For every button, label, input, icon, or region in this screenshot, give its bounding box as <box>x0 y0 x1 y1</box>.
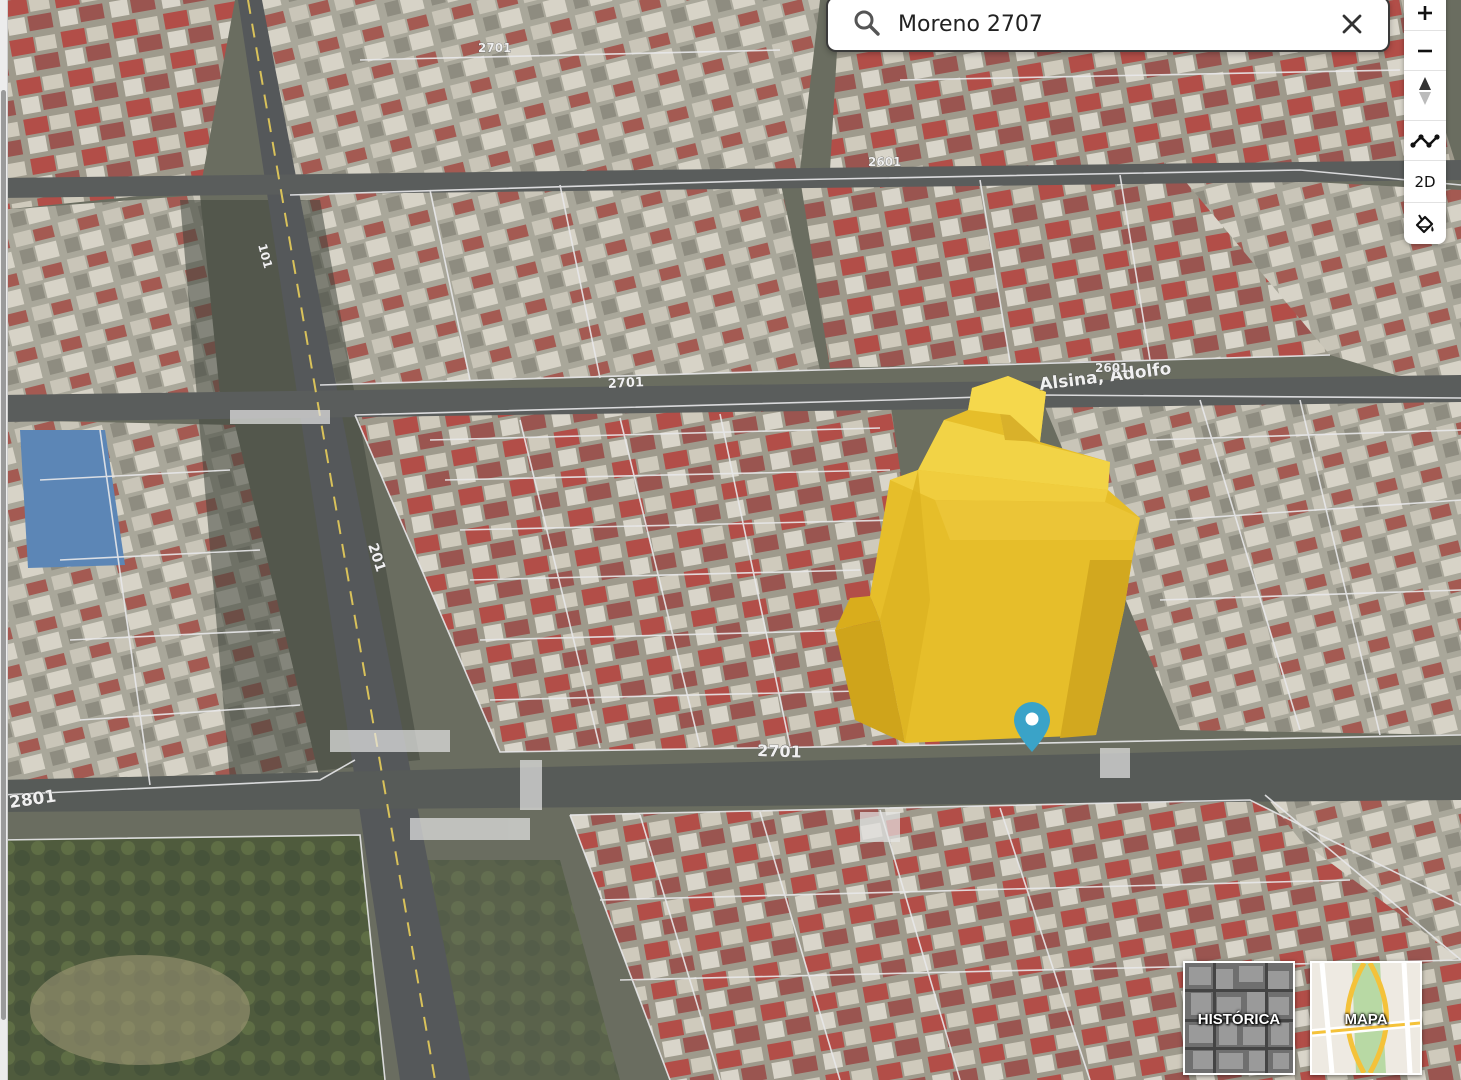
address-search-input[interactable] <box>898 6 1318 42</box>
street-label-2701-mid: 2701 <box>607 375 644 392</box>
address-search-box <box>826 0 1390 52</box>
left-scrollbar[interactable] <box>1 90 6 1020</box>
left-panel-edge <box>0 0 8 1080</box>
close-icon[interactable] <box>1338 10 1366 38</box>
toggle-2d-button[interactable]: 2D <box>1404 160 1446 203</box>
paint-button[interactable] <box>1404 202 1446 245</box>
basemap-mapa-label: MAPA <box>1344 1011 1388 1028</box>
measure-line-icon <box>1410 134 1440 148</box>
paint-bucket-icon <box>1415 214 1434 234</box>
compass-button[interactable] <box>1404 70 1446 111</box>
basemap-historica-label: HISTÓRICA <box>1197 1011 1281 1028</box>
basemap-historica-button[interactable]: HISTÓRICA <box>1183 961 1295 1075</box>
street-label-2601-right: 2601 <box>1095 361 1128 375</box>
street-label-2601-top: 2601 <box>868 155 901 169</box>
street-label-2701-bottom: 2701 <box>757 741 802 762</box>
measure-button[interactable] <box>1404 120 1446 161</box>
zoom-out-button[interactable] <box>1404 30 1446 71</box>
street-label-2701-top: 2701 <box>478 41 511 55</box>
zoom-in-button[interactable] <box>1404 0 1446 30</box>
search-icon <box>854 10 880 36</box>
basemap-mapa-button[interactable]: MAPA <box>1310 961 1422 1075</box>
plus-icon <box>1418 6 1432 20</box>
minus-icon <box>1418 49 1432 53</box>
compass-icon <box>1419 77 1431 105</box>
satellite-3d-map[interactable]: Alsina, Adolfo 2701 2701 2701 2601 2601 … <box>0 0 1461 1080</box>
map-controls: 2D <box>1404 0 1446 244</box>
